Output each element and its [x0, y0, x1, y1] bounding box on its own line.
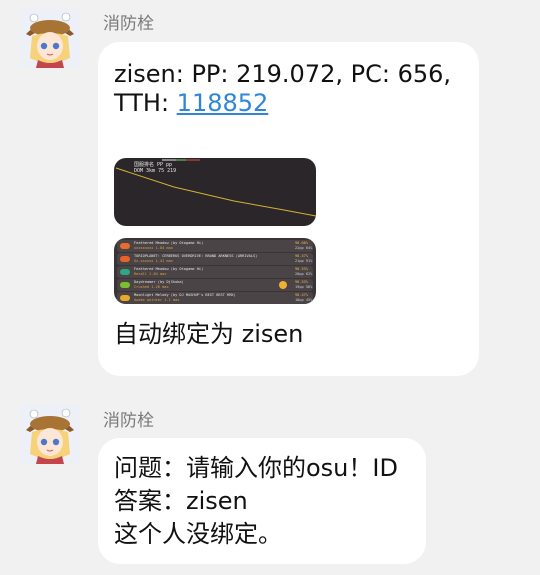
score-row: Moonlight Melody (by DJ MASHUP's BEST BE…	[117, 292, 313, 304]
rank-badge-icon	[120, 243, 130, 249]
score-title: Feathered Meadow (by Otogamo Hi)	[134, 241, 204, 245]
score-accuracy: 98.53%	[295, 267, 308, 271]
score-sub: Awake pointer 1.1 max	[134, 298, 180, 302]
sender-avatar[interactable]	[20, 8, 80, 68]
score-accuracy: 98.08%	[295, 241, 308, 245]
anime-girl-avatar-icon	[20, 8, 80, 68]
score-sub: Recall 1.84 max	[134, 272, 167, 276]
score-title: Moonlight Melody (by DJ MASHUP's BEST BE…	[134, 293, 236, 297]
score-accuracy: 98.47%	[295, 254, 308, 258]
sender-name: 消防栓	[103, 411, 154, 431]
score-title: Feathered Meadow (by Otogamo Hi)	[134, 267, 204, 271]
star-icon	[279, 281, 287, 289]
rank-badge-icon	[120, 269, 130, 275]
score-row: Daydreamer (by DjShoba) Crushed 1.26 max…	[117, 279, 313, 291]
message-bubble[interactable]: 问题：请输入你的osu！ID 答案：zisen 这个人没绑定。	[98, 438, 426, 564]
rank-badge-icon	[120, 295, 130, 301]
score-accuracy: 98.53%	[295, 280, 308, 284]
score-sub: xxxxxxxxx 1.84 max	[134, 246, 173, 250]
score-pp: 19pp 56%	[295, 285, 313, 289]
score-pp: 21pp 91%	[295, 259, 313, 263]
message-bubble[interactable]: zisen: PP: 219.072, PC: 656, TTH: 118852…	[98, 42, 479, 376]
stats-line: zisen: PP: 219.072, PC: 656,	[114, 60, 452, 88]
score-row: Feathered Meadow (by Otogamo Hi) Recall …	[117, 266, 313, 278]
score-pp: 20pp 62%	[295, 272, 313, 276]
score-pp: 22pp 64%	[295, 246, 313, 250]
tth-label: TTH:	[114, 89, 177, 117]
chart-header-row: DOM 3km 75 219	[134, 168, 177, 174]
tth-link[interactable]: 118852	[177, 89, 269, 117]
score-row: Feathered Meadow (by Otogamo Hi) xxxxxxx…	[117, 240, 313, 252]
score-title: Daydreamer (by DjShoba)	[134, 280, 184, 284]
score-sub: Crushed 1.26 max	[134, 285, 169, 289]
score-pp: 18pp 45%	[295, 298, 313, 302]
sender-name: 消防栓	[103, 14, 154, 34]
auto-bind-line: 自动绑定为 zisen	[114, 320, 304, 348]
result-line: 这个人没绑定。	[114, 520, 282, 548]
anime-girl-avatar-icon	[20, 404, 80, 464]
score-title: TORIOPLANET: CERBERUS OVERDRIVE: BRAND A…	[134, 254, 258, 258]
score-row: TORIOPLANET: CERBERUS OVERDRIVE: BRAND A…	[117, 253, 313, 265]
score-sub: Xx.xxxxxx 1.41 max	[134, 259, 173, 263]
score-accuracy: 98.47%	[295, 293, 308, 297]
chart-header-row: 国服排名 PP pp	[134, 162, 173, 168]
rank-badge-icon	[120, 256, 130, 262]
pp-chart-image[interactable]: 国服排名 PP pp DOM 3km 75 219	[114, 158, 316, 226]
tth-line: TTH: 118852	[114, 88, 268, 118]
sender-avatar[interactable]	[20, 404, 80, 464]
question-line: 问题：请输入你的osu！ID	[114, 454, 398, 482]
rank-badge-icon	[120, 282, 130, 288]
top-scores-image[interactable]: Feathered Meadow (by Otogamo Hi) xxxxxxx…	[114, 238, 316, 304]
answer-line: 答案：zisen	[114, 487, 248, 515]
